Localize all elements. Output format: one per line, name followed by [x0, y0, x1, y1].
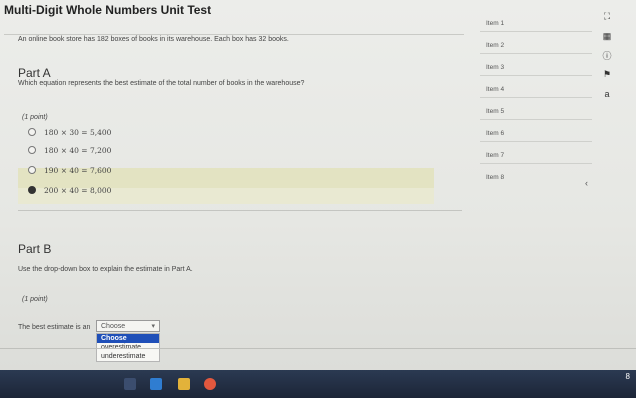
part-a-heading: Part A	[18, 66, 51, 80]
page-title: Multi-Digit Whole Numbers Unit Test	[4, 3, 212, 17]
item-link-5[interactable]: Item 5	[486, 108, 504, 115]
question-text: An online book store has 182 boxes of bo…	[18, 36, 289, 43]
dropdown-option-choose[interactable]: Choose	[97, 334, 159, 343]
calculator-icon[interactable]: ▦	[601, 30, 613, 42]
radio-button[interactable]	[28, 166, 36, 174]
answer-sentence: The best estimate is an	[18, 324, 91, 331]
taskbar: 8	[0, 370, 636, 398]
part-b-instruction: Use the drop-down box to explain the est…	[18, 266, 193, 273]
item-link-6[interactable]: Item 6	[486, 130, 504, 137]
divider	[18, 210, 462, 211]
item-link-7[interactable]: Item 7	[486, 152, 504, 159]
part-b-heading: Part B	[18, 242, 52, 256]
divider	[480, 75, 592, 76]
item-link-4[interactable]: Item 4	[486, 86, 504, 93]
chevron-down-icon: ▾	[151, 323, 155, 330]
test-page: Multi-Digit Whole Numbers Unit Test An o…	[0, 0, 636, 370]
option-label: 190 × 40 = 7,600	[44, 165, 112, 175]
chevron-left-icon[interactable]: ‹	[585, 178, 588, 188]
divider	[480, 31, 592, 32]
option-label: 200 × 40 = 8,000	[44, 185, 112, 195]
file-explorer-icon[interactable]	[124, 378, 136, 390]
option-label: 180 × 30 = 5,400	[44, 127, 112, 137]
item-link-1[interactable]: Item 1	[486, 20, 504, 27]
estimate-dropdown[interactable]: Choose ▾	[96, 320, 160, 332]
divider	[480, 163, 592, 164]
flag-icon[interactable]: ⚑	[601, 68, 613, 80]
radio-button-selected[interactable]	[28, 186, 36, 194]
answer-option-1[interactable]: 180 × 30 = 5,400	[28, 124, 111, 140]
item-link-3[interactable]: Item 3	[486, 64, 504, 71]
divider	[480, 97, 592, 98]
answer-option-3[interactable]: 190 × 40 = 7,600	[28, 162, 111, 178]
item-link-8[interactable]: Item 8	[486, 174, 504, 181]
answer-option-2[interactable]: 180 × 40 = 7,200	[28, 142, 111, 158]
divider	[4, 34, 464, 35]
item-link-2[interactable]: Item 2	[486, 42, 504, 49]
app-icon[interactable]	[178, 378, 190, 390]
divider	[480, 141, 592, 142]
part-a-prompt: Which equation represents the best estim…	[18, 80, 305, 87]
answer-option-4[interactable]: 200 × 40 = 8,000	[28, 182, 111, 198]
part-a-points: (1 point)	[22, 114, 48, 121]
browser-icon[interactable]	[204, 378, 216, 390]
divider	[480, 53, 592, 54]
option-label: 180 × 40 = 7,200	[44, 145, 112, 155]
clock: 8	[625, 372, 630, 381]
text-tool-icon[interactable]: a	[601, 88, 613, 100]
divider	[0, 348, 636, 349]
divider	[480, 119, 592, 120]
dropdown-option-underestimate[interactable]: underestimate	[97, 352, 159, 361]
app-icon[interactable]	[150, 378, 162, 390]
info-icon[interactable]: ⓘ	[601, 50, 613, 62]
part-b-points: (1 point)	[22, 296, 48, 303]
radio-button[interactable]	[28, 146, 36, 154]
fullscreen-icon[interactable]: ⛶	[601, 10, 613, 22]
dropdown-value: Choose	[101, 322, 126, 330]
item-navigator: Item 1 Item 2 Item 3 Item 4 Item 5 Item …	[470, 0, 596, 210]
radio-button[interactable]	[28, 128, 36, 136]
tool-bar: ⛶ ▦ ⓘ ⚑ a	[597, 0, 636, 210]
